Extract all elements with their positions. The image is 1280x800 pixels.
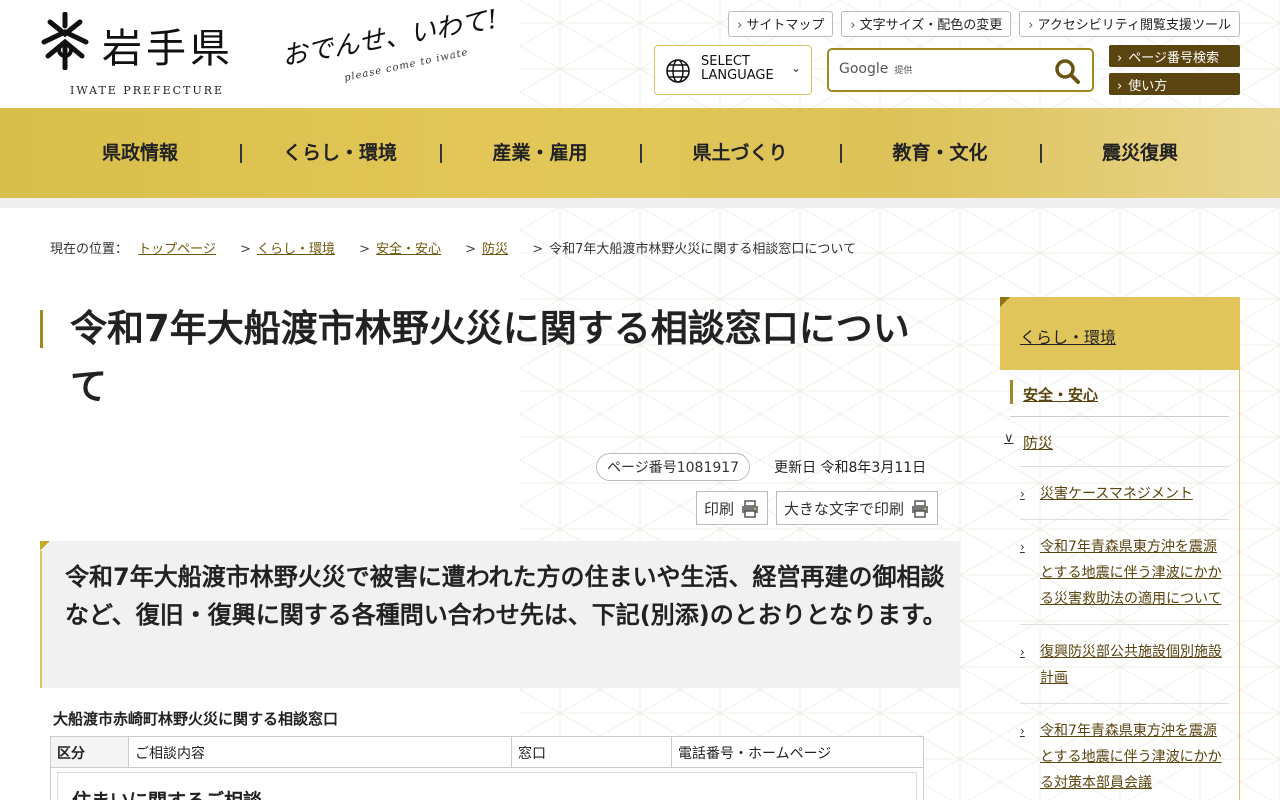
table-header-category: 区分 — [51, 737, 129, 767]
printer-icon — [742, 500, 759, 518]
sidebar-subitem[interactable]: › 令和7年青森県東方沖を震源とする地震に伴う津波にかかる対策本部員会議 — [1020, 703, 1229, 800]
page-meta: ページ番号1081917 更新日 令和8年3月11日 — [596, 453, 926, 481]
site-logo[interactable]: 岩手県 IWATE PREFECTURE — [40, 12, 270, 102]
title-accent-bar — [40, 310, 43, 348]
chevron-down-icon: ⌄ — [790, 61, 801, 75]
page-tools: › ページ番号検索 › 使い方 — [1109, 45, 1240, 101]
table-header-content: ご相談内容 — [129, 737, 512, 767]
sidebar-subitem[interactable]: › 災害ケースマネジメント — [1020, 466, 1229, 519]
nav-divider — [0, 198, 1280, 208]
lead-box: 令和7年大船渡市林野火災で被害に遭われた方の住まいや生活、経営再建の御相談など、… — [40, 541, 960, 688]
chevron-right-icon: › — [1020, 645, 1025, 659]
table-section: 住まいに関するご相談 — [57, 772, 917, 800]
breadcrumb-current: 令和7年大船渡市林野火災に関する相談窓口について — [549, 242, 857, 257]
language-select[interactable]: SELECT LANGUAGE ⌄ — [654, 45, 812, 95]
chevron-right-icon: › — [1028, 18, 1034, 33]
site-search[interactable]: Google 提供 — [827, 48, 1094, 92]
font-color-settings-link[interactable]: › 文字サイズ・配色の変更 — [841, 11, 1012, 37]
table-caption: 大船渡市赤崎町林野火災に関する相談窓口 — [53, 710, 339, 728]
slogan-main: おでんせ、いわて! — [279, 4, 500, 73]
sitemap-link[interactable]: › サイトマップ — [728, 11, 834, 37]
nav-item-industry-employment[interactable]: 産業・雇用 — [440, 108, 640, 198]
nav-item-land-development[interactable]: 県土づくり — [640, 108, 840, 198]
sidebar-item-safety[interactable]: 安全・安心 — [1010, 370, 1229, 417]
chevron-right-icon: › — [1020, 724, 1025, 738]
breadcrumb-link-disaster-prevention[interactable]: 防災 — [482, 242, 508, 257]
sidebar-subitem[interactable]: › 復興防災部公共施設個別施設計画 — [1020, 624, 1229, 703]
table-header-contact: 電話番号・ホームページ — [678, 746, 832, 762]
chevron-right-icon: › — [850, 18, 856, 33]
print-button[interactable]: 印刷 — [696, 491, 769, 525]
chevron-right-icon: › — [1117, 51, 1123, 66]
chevron-right-icon: › — [1020, 487, 1025, 501]
globe-icon — [666, 59, 690, 83]
site-header: 岩手県 IWATE PREFECTURE おでんせ、いわて! please co… — [0, 0, 1280, 108]
language-label: SELECT LANGUAGE — [701, 54, 774, 83]
sidebar-subitem[interactable]: › 令和7年青森県東方沖を震源とする地震に伴う津波にかかる災害救助法の適用につい… — [1020, 519, 1229, 624]
logo-text: 岩手県 — [102, 26, 234, 72]
page-number-search-button[interactable]: › ページ番号検索 — [1109, 45, 1240, 67]
breadcrumb-link-safety[interactable]: 安全・安心 — [376, 242, 441, 257]
nav-item-education-culture[interactable]: 教育・文化 — [840, 108, 1040, 198]
printer-icon — [912, 500, 929, 518]
search-icon[interactable] — [1054, 58, 1080, 84]
lead-text: 令和7年大船渡市林野火災で被害に遭われた方の住まいや生活、経営再建の御相談など、… — [65, 563, 947, 629]
breadcrumb-link-top[interactable]: トップページ — [138, 242, 216, 257]
chevron-right-icon: › — [737, 18, 743, 33]
sidebar-nav: くらし・環境 安全・安心 ∨ 防災 › 災害ケースマネジメント › 令和7年青森… — [1000, 297, 1240, 800]
sidebar-active-bar — [1010, 380, 1013, 404]
lead-accent-line — [40, 551, 42, 688]
breadcrumb: 現在の位置： トップページ > くらし・環境 > 安全・安心 > 防災 > 令和7年大船… — [50, 242, 857, 257]
utility-links: › サイトマップ › 文字サイズ・配色の変更 › アクセシビリティ閲覧支援ツール — [728, 11, 1240, 37]
table-header-row: 区分 ご相談内容 窓口 電話番号・ホームページ — [50, 736, 924, 768]
table-section-title: 住まいに関するご相談 — [72, 786, 262, 800]
table-header-desk: 窓口 — [512, 737, 672, 767]
chevron-right-icon: › — [1020, 540, 1025, 554]
consultation-table: 区分 ご相談内容 窓口 電話番号・ホームページ 住まいに関するご相談 — [50, 736, 924, 800]
search-provider-label: Google 提供 — [839, 61, 913, 77]
sidebar-item-disaster-prevention[interactable]: ∨ 防災 — [1000, 417, 1229, 466]
lead-corner — [40, 541, 50, 551]
how-to-use-button[interactable]: › 使い方 — [1109, 73, 1240, 95]
sidebar-corner — [1000, 297, 1010, 307]
nav-item-prefectural-govt[interactable]: 県政情報 — [40, 108, 240, 198]
large-print-button[interactable]: 大きな文字で印刷 — [776, 491, 939, 525]
page-title: 令和7年大船渡市林野火災に関する相談窓口について — [70, 307, 910, 408]
global-nav: 県政情報 くらし・環境 産業・雇用 県土づくり 教育・文化 震災復興 — [0, 108, 1280, 198]
nav-item-living-environment[interactable]: くらし・環境 — [240, 108, 440, 198]
sidebar-heading-label: くらし・環境 — [1020, 328, 1117, 347]
chevron-down-icon: ∨ — [1004, 431, 1014, 446]
slogan: おでんせ、いわて! please come to iwate — [280, 5, 525, 94]
breadcrumb-label: 現在の位置： — [50, 242, 129, 257]
sidebar-heading[interactable]: くらし・環境 — [1000, 297, 1240, 370]
page-title-block: 令和7年大船渡市林野火災に関する相談窓口について — [40, 300, 940, 416]
prefecture-emblem-icon — [41, 12, 89, 70]
logo-english: IWATE PREFECTURE — [70, 84, 225, 97]
updated-date: 更新日 令和8年3月11日 — [774, 460, 927, 476]
nav-item-disaster-recovery[interactable]: 震災復興 — [1040, 108, 1240, 198]
breadcrumb-link-living[interactable]: くらし・環境 — [257, 242, 335, 257]
chevron-right-icon: › — [1117, 79, 1123, 94]
accessibility-tool-link[interactable]: › アクセシビリティ閲覧支援ツール — [1019, 11, 1240, 37]
print-buttons: 印刷 大きな文字で印刷 — [696, 491, 939, 525]
page-number-badge: ページ番号1081917 — [596, 453, 751, 481]
table-row: 住まいに関するご相談 — [50, 768, 924, 800]
